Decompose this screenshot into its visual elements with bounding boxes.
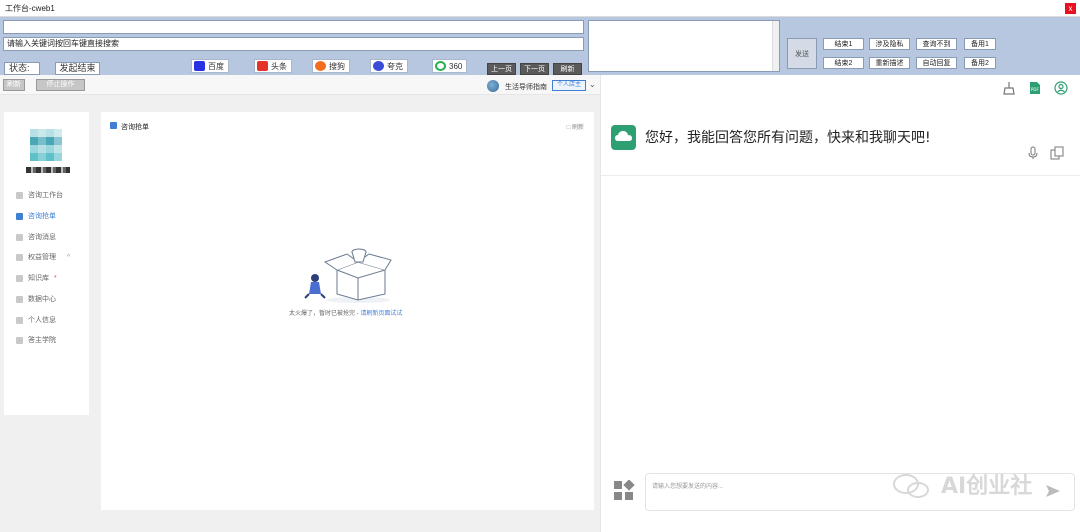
engine-quark-button[interactable]: 夸克 xyxy=(370,59,408,73)
chat-greeting: 您好，我能回答您所有问题，快来和我聊天吧! xyxy=(645,130,931,146)
copy-icon[interactable] xyxy=(1050,146,1064,160)
sidebar-item-grab-orders[interactable]: 咨询抢单 xyxy=(16,211,56,221)
quick-spare1-button[interactable]: 备用1 xyxy=(964,38,996,50)
empty-text: 太火爆了，暂时已被抢完 - xyxy=(289,311,361,317)
sidebar-item-workbench[interactable]: 咨询工作台 xyxy=(16,190,63,200)
send-button[interactable]: 发送 xyxy=(787,38,817,69)
empty-box-illustration xyxy=(304,248,392,303)
user-avatar xyxy=(30,129,62,161)
svg-text:PDF: PDF xyxy=(1031,87,1039,92)
message-input[interactable] xyxy=(588,20,780,72)
sidebar-item-label: 咨询消息 xyxy=(28,234,56,241)
refresh-page-button[interactable]: 刷新 xyxy=(553,63,582,75)
rights-icon xyxy=(16,253,23,261)
workbench-icon xyxy=(16,191,23,199)
quick-redescribe-button[interactable]: 重新描述 xyxy=(869,57,910,69)
quick-spare2-button[interactable]: 备用2 xyxy=(964,57,996,69)
academy-icon xyxy=(16,336,23,344)
engine-label: 360 xyxy=(449,61,463,71)
sidebar-item-knowledge[interactable]: 知识库 * xyxy=(16,273,57,283)
sidebar-item-label: 咨询抢单 xyxy=(28,213,56,220)
search-input[interactable]: 请输入关键词按回车键直接搜索 xyxy=(3,37,584,51)
engine-baidu-button[interactable]: 百度 xyxy=(191,59,229,73)
panel-refresh-label: 刷新 xyxy=(571,125,584,131)
scrollbar[interactable] xyxy=(772,21,779,71)
refresh-link[interactable]: 请刷新页面试试 xyxy=(360,311,402,317)
window-titlebar: 工作台-cweb1 x xyxy=(0,0,1080,17)
url-input[interactable] xyxy=(3,20,584,34)
owner-tag-badge: 个人店主 xyxy=(552,80,586,91)
panel-title: 咨询抢单 xyxy=(121,124,149,131)
panel-refresh-button[interactable]: □ 刷新 xyxy=(567,122,584,131)
required-star: * xyxy=(54,274,57,282)
sidebar-item-academy[interactable]: 答主学院 xyxy=(16,335,56,345)
engine-label: 搜狗 xyxy=(329,61,345,71)
microphone-icon[interactable] xyxy=(1027,146,1039,160)
grab-icon xyxy=(110,122,117,129)
window-title: 工作台-cweb1 xyxy=(5,4,55,13)
engine-label: 头条 xyxy=(271,61,287,71)
cloud-icon xyxy=(611,125,636,150)
empty-message: 太火爆了，暂时已被抢完 - 请刷新页面试试 xyxy=(289,308,402,317)
chevron-down-icon[interactable]: ⌄ xyxy=(589,80,596,89)
quick-end2-button[interactable]: 结束2 xyxy=(823,57,864,69)
message-icon xyxy=(16,233,23,241)
engine-360-button[interactable]: 360 xyxy=(432,59,468,73)
status-value: 发起结束 xyxy=(55,62,100,75)
grab-icon xyxy=(16,212,23,220)
broom-icon[interactable] xyxy=(1002,81,1016,95)
quick-end1-button[interactable]: 结束1 xyxy=(823,38,864,50)
sidebar-item-label: 知识库 xyxy=(28,275,49,282)
knowledge-icon xyxy=(16,274,23,282)
engine-toutiao-button[interactable]: 头条 xyxy=(254,59,292,73)
quark-icon xyxy=(373,61,384,71)
sidebar-item-messages[interactable]: 咨询消息 xyxy=(16,232,56,242)
prev-page-button[interactable]: 上一页 xyxy=(487,63,516,75)
chat-input-placeholder: 请输入您想要发送的内容... xyxy=(652,484,724,490)
refresh-button[interactable]: 刷新 xyxy=(3,79,25,91)
data-icon xyxy=(16,295,23,303)
grab-orders-panel: 咨询抢单 □ 刷新 太火爆了，暂时已被抢完 - 请刷新页面试试 xyxy=(101,112,594,510)
user-icon[interactable] xyxy=(1054,81,1068,95)
sidebar: 咨询工作台 咨询抢单 咨询消息 权益管理 ^ 知识库 * 数据中心 个人信息 答… xyxy=(4,112,89,415)
chat-panel: PDF 您好，我能回答您所有问题，快来和我聊天吧! 请输入您想要发送的内容...… xyxy=(600,75,1080,532)
quick-autoreply-button[interactable]: 自动回复 xyxy=(916,57,957,69)
quick-privacy-button[interactable]: 涉及隐私 xyxy=(869,38,910,50)
owner-name: 生活导师指南 xyxy=(505,84,547,91)
quick-notfound-button[interactable]: 查询不到 xyxy=(916,38,957,50)
next-page-button[interactable]: 下一页 xyxy=(520,63,549,75)
sogou-icon xyxy=(315,61,326,71)
apps-icon[interactable] xyxy=(613,480,635,502)
sidebar-item-profile[interactable]: 个人信息 xyxy=(16,315,56,325)
profile-icon xyxy=(16,316,23,324)
sidebar-item-label: 咨询工作台 xyxy=(28,192,63,199)
360-icon xyxy=(435,61,446,71)
sidebar-item-data[interactable]: 数据中心 xyxy=(16,294,56,304)
sidebar-item-rights[interactable]: 权益管理 ^ xyxy=(16,252,70,262)
engine-label: 夸克 xyxy=(387,61,403,71)
sidebar-item-label: 答主学院 xyxy=(28,337,56,344)
watermark: AI创业社 xyxy=(941,474,1033,499)
toutiao-icon xyxy=(257,61,268,71)
pdf-icon[interactable]: PDF xyxy=(1028,81,1042,95)
divider xyxy=(601,175,1080,176)
baidu-icon xyxy=(194,61,205,71)
chevron-up-icon[interactable]: ^ xyxy=(67,254,70,261)
stop-operation-button[interactable]: 停止操作 xyxy=(36,79,85,91)
sidebar-item-label: 数据中心 xyxy=(28,296,56,303)
user-name-blurred xyxy=(26,167,70,173)
status-label: 状态: xyxy=(4,62,40,75)
wechat-icon xyxy=(893,474,929,498)
send-arrow-icon[interactable] xyxy=(1045,484,1061,498)
engine-label: 百度 xyxy=(208,61,224,71)
engine-sogou-button[interactable]: 搜狗 xyxy=(312,59,350,73)
sidebar-item-label: 权益管理 xyxy=(28,254,56,261)
toolbar: 请输入关键词按回车键直接搜索 状态: 发起结束 百度 头条 搜狗 夸克 360 … xyxy=(0,17,1080,75)
close-icon[interactable]: x xyxy=(1065,3,1076,14)
sidebar-item-label: 个人信息 xyxy=(28,317,56,324)
avatar[interactable] xyxy=(487,80,499,92)
